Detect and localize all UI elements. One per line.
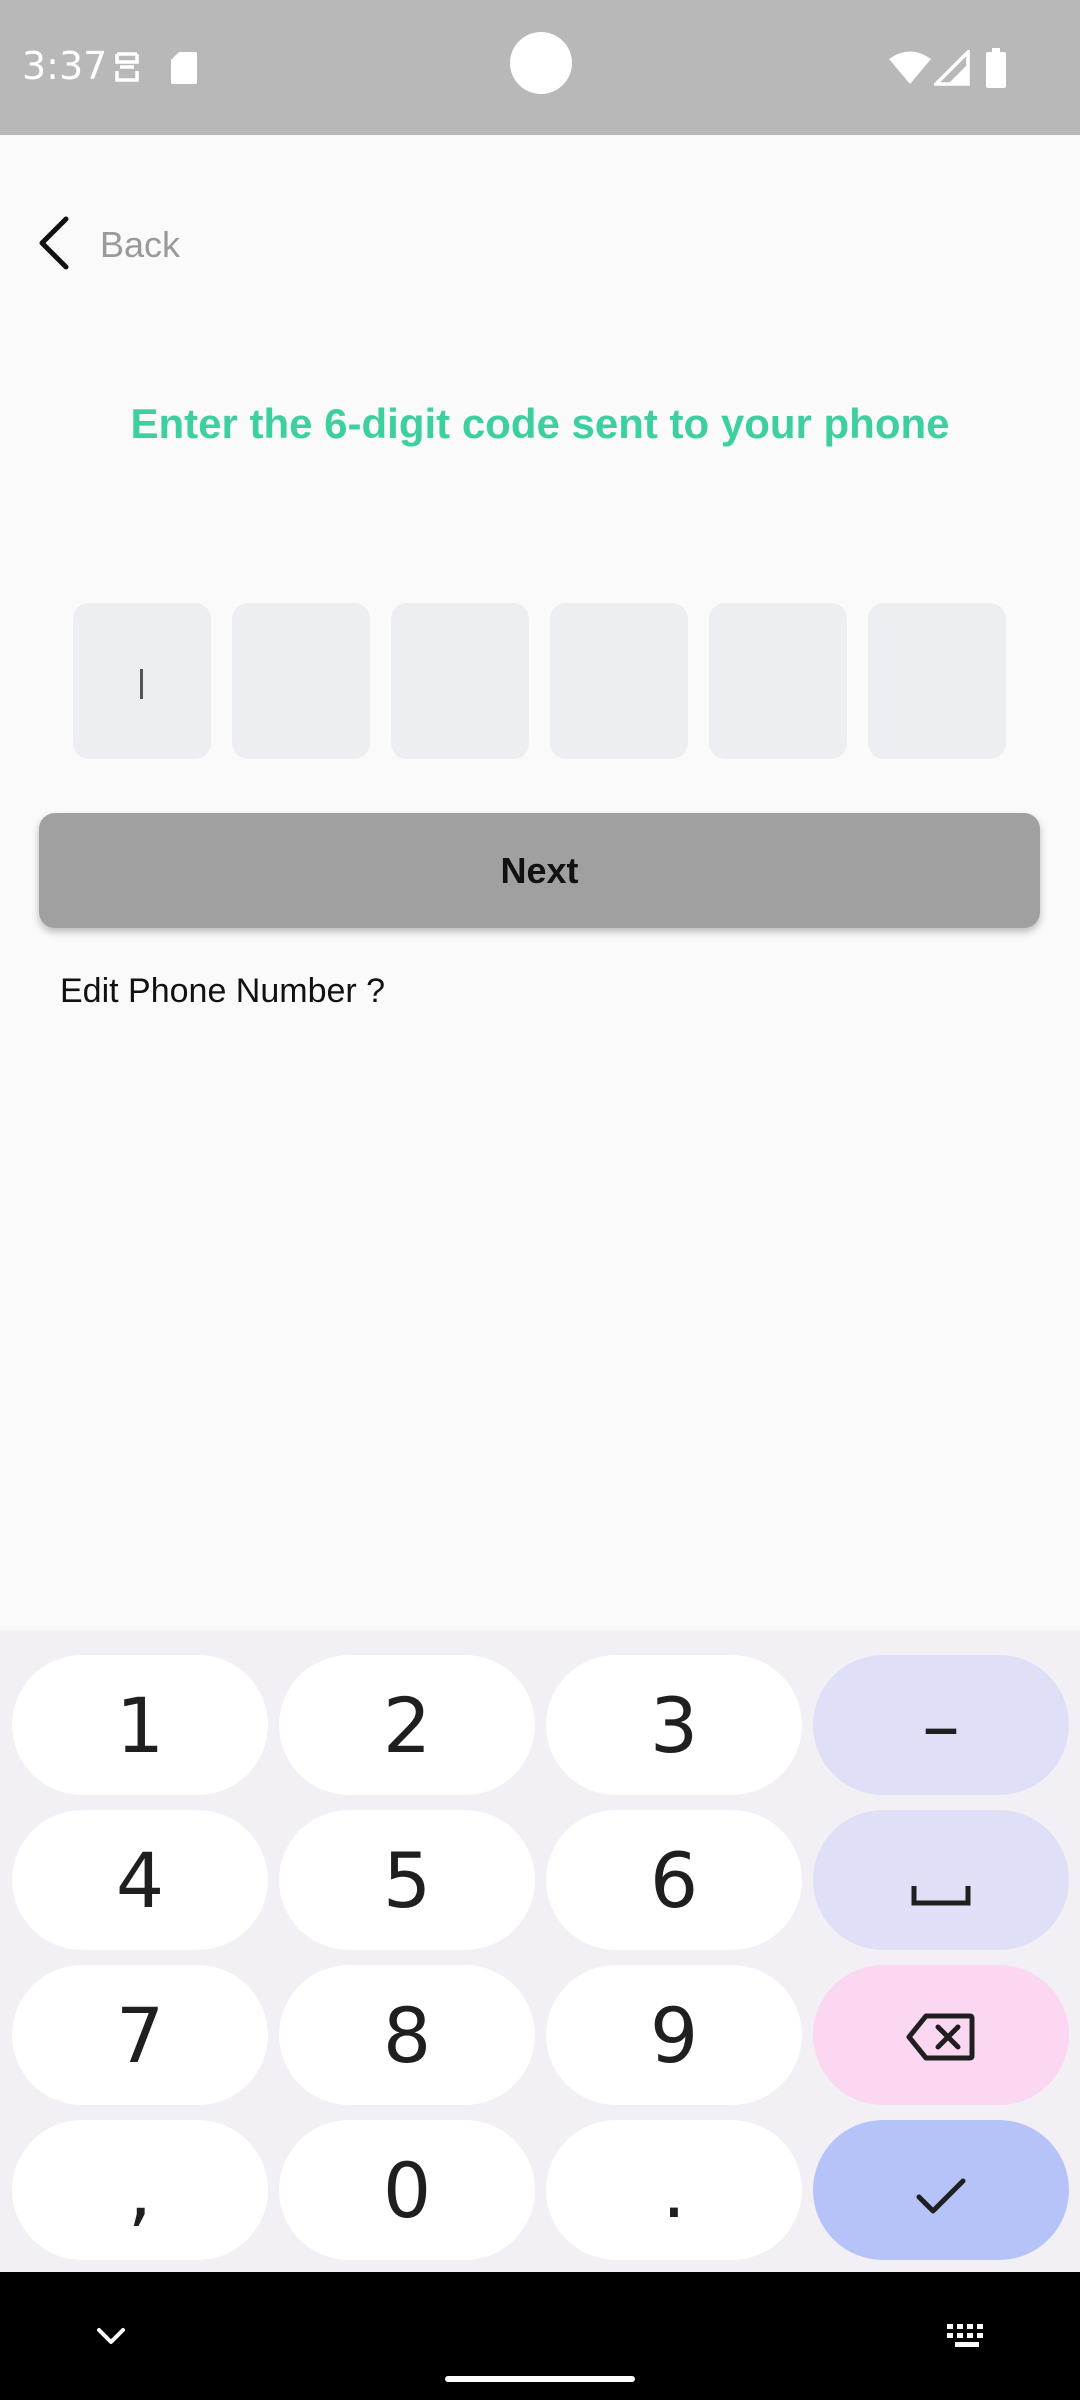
chevron-left-icon [36,215,72,276]
keyboard-icon[interactable] [945,2322,989,2355]
otp-digit-6[interactable] [868,603,1006,759]
otp-digit-1[interactable] [73,603,211,759]
text-cursor [140,669,143,699]
key-space[interactable] [813,1810,1069,1950]
key-2[interactable]: 2 [279,1655,535,1795]
otp-digit-3[interactable] [391,603,529,759]
backspace-icon [906,1991,976,2080]
back-label: Back [100,224,181,265]
page-title: Enter the 6-digit code sent to your phon… [130,400,950,447]
key-period[interactable]: . [546,2120,802,2260]
battery-icon [985,48,1007,93]
back-button[interactable]: Back [36,215,180,275]
key-comma[interactable]: , [12,2120,268,2260]
key-backspace[interactable] [813,1965,1069,2105]
next-button[interactable]: Next [39,813,1040,928]
key-7[interactable]: 7 [12,1965,268,2105]
home-indicator[interactable] [445,2376,635,2382]
key-6[interactable]: 6 [546,1810,802,1950]
status-bar: 3:37 [0,0,1080,135]
numeric-keyboard: 1 2 3 – 4 5 6 7 8 9 , 0 . [0,1630,1080,2272]
key-3[interactable]: 3 [546,1655,802,1795]
otp-input-group [73,603,1006,759]
space-bar-icon [911,1836,971,1925]
key-9[interactable]: 9 [546,1965,802,2105]
notification-icon [112,50,142,89]
key-5[interactable]: 5 [279,1810,535,1950]
system-nav-bar [0,2272,1080,2400]
checkmark-icon [915,2146,967,2235]
key-done[interactable] [813,2120,1069,2260]
key-1[interactable]: 1 [12,1655,268,1795]
camera-cutout [510,32,572,94]
chevron-down-icon[interactable] [96,2326,126,2351]
key-8[interactable]: 8 [279,1965,535,2105]
signal-icon [931,47,970,91]
key-4[interactable]: 4 [12,1810,268,1950]
otp-digit-5[interactable] [709,603,847,759]
status-time: 3:37 [22,44,108,88]
otp-digit-2[interactable] [232,603,370,759]
sd-card-icon [169,50,199,91]
key-0[interactable]: 0 [279,2120,535,2260]
otp-digit-4[interactable] [550,603,688,759]
wifi-icon [888,50,932,91]
edit-phone-link[interactable]: Edit Phone Number ? [60,972,385,1011]
key-dash[interactable]: – [813,1655,1069,1795]
